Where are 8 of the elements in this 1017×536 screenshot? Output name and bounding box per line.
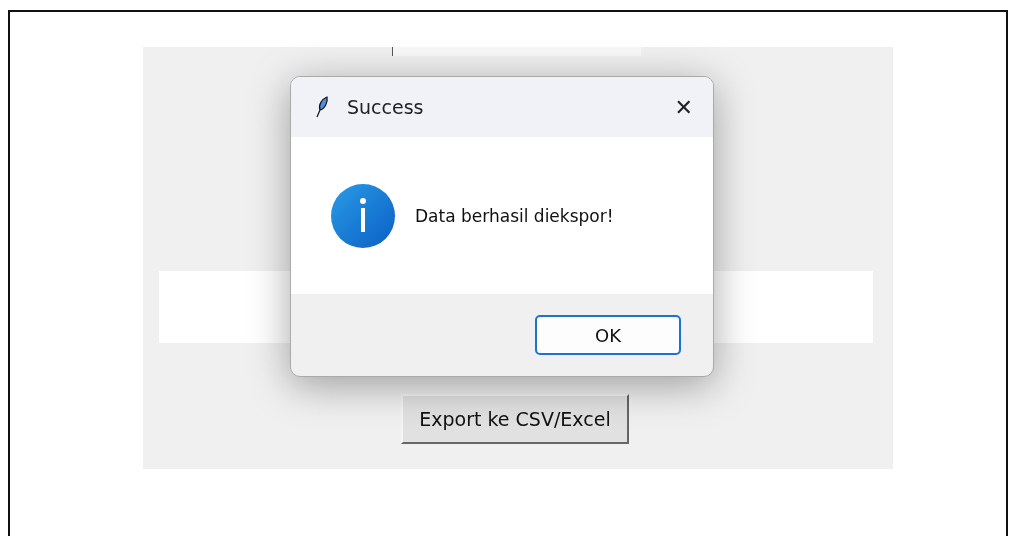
ok-button[interactable]: OK [535,315,681,355]
message-text: Data berhasil diekspor! [415,205,614,226]
feather-icon [315,96,329,118]
info-icon [331,183,395,248]
input-field[interactable] [392,47,641,56]
dialog-title: Success [347,96,425,118]
close-button[interactable]: ✕ [670,94,697,120]
export-button[interactable]: Export ke CSV/Excel [401,394,629,444]
